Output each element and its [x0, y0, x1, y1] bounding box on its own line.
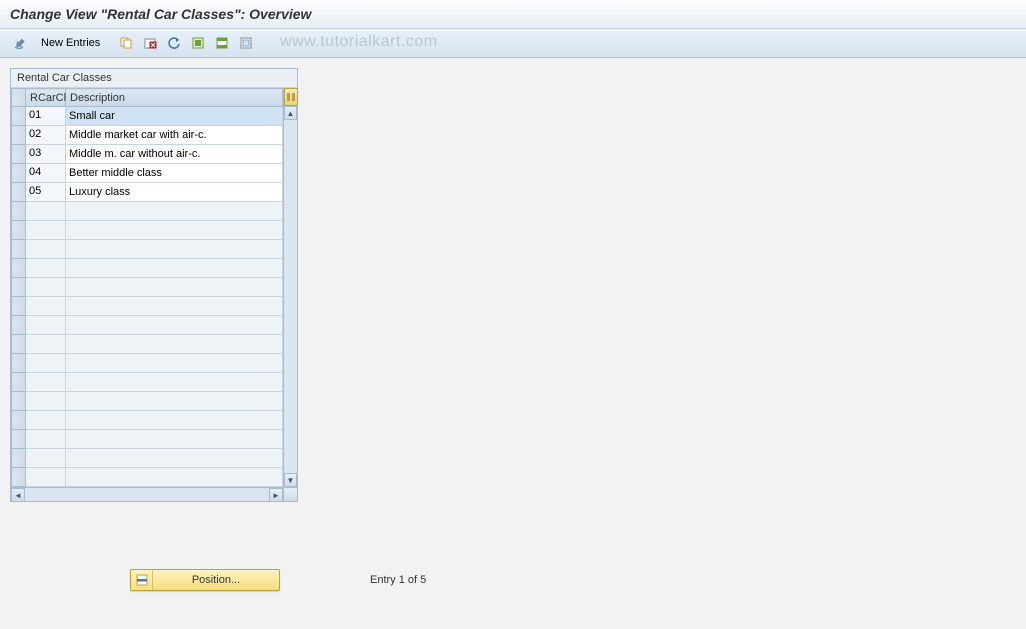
table-row: [12, 221, 283, 240]
row-selector[interactable]: [12, 145, 26, 164]
position-icon: [131, 570, 153, 590]
code-cell[interactable]: 05: [26, 183, 65, 201]
table-row: [12, 259, 283, 278]
row-selector[interactable]: [12, 354, 26, 373]
description-input[interactable]: [66, 107, 282, 125]
column-header-code[interactable]: RCarCl: [26, 89, 66, 107]
row-selector[interactable]: [12, 449, 26, 468]
row-selector[interactable]: [12, 278, 26, 297]
copy-icon[interactable]: [115, 33, 137, 53]
content-area: Rental Car Classes RCarCl Description: [0, 58, 1026, 512]
toolbar: New Entries www.tutorialkart.com: [0, 29, 1026, 58]
row-selector[interactable]: [12, 240, 26, 259]
position-label: Position...: [153, 574, 279, 586]
row-selector[interactable]: [12, 126, 26, 145]
row-selector[interactable]: [12, 373, 26, 392]
row-selector[interactable]: [12, 392, 26, 411]
row-selector[interactable]: [12, 316, 26, 335]
select-all-header[interactable]: [12, 89, 26, 107]
row-selector[interactable]: [12, 259, 26, 278]
table-row: 02: [12, 126, 283, 145]
description-input[interactable]: [66, 126, 282, 144]
page-title: Change View "Rental Car Classes": Overvi…: [0, 0, 1026, 29]
table-row: [12, 202, 283, 221]
table-row: [12, 316, 283, 335]
code-cell[interactable]: 02: [26, 126, 65, 144]
table-row: [12, 335, 283, 354]
table-row: 03: [12, 145, 283, 164]
code-cell[interactable]: 01: [26, 107, 65, 125]
description-input[interactable]: [66, 145, 282, 163]
table-row: 01: [12, 107, 283, 126]
scroll-left-icon[interactable]: ◄: [11, 488, 25, 502]
table-row: 04: [12, 164, 283, 183]
row-selector[interactable]: [12, 107, 26, 126]
table-row: [12, 297, 283, 316]
select-block-icon[interactable]: [211, 33, 233, 53]
deselect-all-icon[interactable]: [235, 33, 257, 53]
watermark: www.tutorialkart.com: [280, 33, 438, 51]
position-button[interactable]: Position...: [130, 569, 280, 591]
code-cell[interactable]: 03: [26, 145, 65, 163]
row-selector[interactable]: [12, 411, 26, 430]
horizontal-scrollbar[interactable]: ◄ ►: [11, 487, 283, 501]
row-selector[interactable]: [12, 297, 26, 316]
table-row: [12, 278, 283, 297]
table-row: [12, 373, 283, 392]
rental-car-panel: Rental Car Classes RCarCl Description: [10, 68, 298, 502]
table-row: 05: [12, 183, 283, 202]
row-selector[interactable]: [12, 202, 26, 221]
undo-icon[interactable]: [163, 33, 185, 53]
new-entries-button[interactable]: New Entries: [32, 34, 109, 52]
scroll-up-icon[interactable]: ▲: [284, 106, 297, 120]
table-row: [12, 468, 283, 487]
toggle-icon[interactable]: [8, 33, 30, 53]
table-row: [12, 449, 283, 468]
configure-columns-icon[interactable]: [284, 88, 298, 106]
table-row: [12, 430, 283, 449]
entry-count-text: Entry 1 of 5: [370, 574, 426, 586]
panel-title: Rental Car Classes: [11, 69, 297, 88]
table-row: [12, 240, 283, 259]
vertical-scrollbar[interactable]: ▲ ▼: [283, 88, 297, 501]
row-selector[interactable]: [12, 468, 26, 487]
table-row: [12, 411, 283, 430]
description-input[interactable]: [66, 164, 282, 182]
column-header-desc[interactable]: Description: [66, 89, 283, 107]
table-row: [12, 392, 283, 411]
table-row: [12, 354, 283, 373]
row-selector[interactable]: [12, 164, 26, 183]
code-cell[interactable]: 04: [26, 164, 65, 182]
scroll-right-icon[interactable]: ►: [269, 488, 283, 502]
delete-icon[interactable]: [139, 33, 161, 53]
row-selector[interactable]: [12, 430, 26, 449]
row-selector[interactable]: [12, 221, 26, 240]
row-selector[interactable]: [12, 335, 26, 354]
description-input[interactable]: [66, 183, 282, 201]
footer-bar: Position... Entry 1 of 5: [0, 561, 1026, 599]
row-selector[interactable]: [12, 183, 26, 202]
select-all-icon[interactable]: [187, 33, 209, 53]
scroll-down-icon[interactable]: ▼: [284, 473, 297, 487]
data-grid: RCarCl Description 0102030405: [11, 88, 283, 487]
